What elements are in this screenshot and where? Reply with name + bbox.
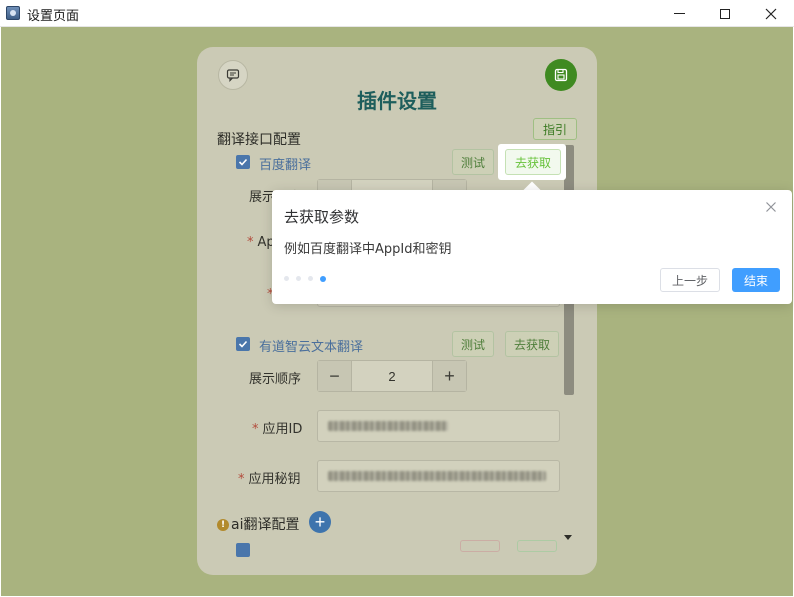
baidu-checkbox[interactable] (236, 155, 250, 169)
baidu-test-button[interactable]: 测试 (452, 149, 495, 175)
translate-api-section-title: 翻译接口配置 (217, 132, 301, 148)
tour-step-dot (308, 276, 313, 281)
youdao-appid-field[interactable] (317, 410, 560, 442)
minimize-icon (673, 13, 685, 14)
close-window-button[interactable] (748, 0, 794, 27)
page-title: 插件设置 (357, 89, 437, 113)
plus-icon: + (314, 512, 326, 532)
tour-finish-button[interactable]: 结束 (732, 268, 780, 292)
ai-item-checkbox[interactable] (236, 543, 250, 557)
maximize-button[interactable] (702, 0, 748, 27)
tour-title: 去获取参数 (284, 208, 360, 226)
highlighted-get-button[interactable]: 去获取 (505, 149, 561, 175)
message-icon (226, 69, 240, 82)
settings-card: 插件设置 翻译接口配置 指引 百度翻译 测试 去获取 展示顺序 − 1 + *A… (197, 47, 597, 575)
check-icon (238, 158, 248, 166)
youdao-order-value: 2 (351, 361, 433, 391)
add-ai-config-button[interactable]: + (309, 511, 331, 533)
youdao-order-label: 展示顺序 (249, 372, 302, 387)
close-icon (765, 8, 777, 19)
youdao-test-button[interactable]: 测试 (452, 331, 495, 357)
ai-item-delete-button[interactable] (460, 540, 500, 552)
minimize-button[interactable] (656, 0, 702, 27)
check-icon (238, 340, 248, 348)
ai-translate-section-title: ! ai翻译配置 (217, 514, 299, 534)
save-icon (554, 68, 568, 82)
tour-step-dot (296, 276, 301, 281)
close-icon (766, 202, 776, 212)
tour-step-dot (320, 276, 326, 282)
window-titlebar: 设置页面 (0, 0, 794, 27)
tour-step-indicator (284, 276, 326, 282)
scroll-down-icon[interactable] (564, 535, 572, 540)
info-icon: ! (217, 519, 229, 531)
window-title: 设置页面 (27, 9, 80, 24)
youdao-checkbox[interactable] (236, 337, 250, 351)
youdao-get-button[interactable]: 去获取 (505, 331, 560, 357)
tour-prev-button[interactable]: 上一步 (660, 268, 720, 292)
youdao-order-stepper[interactable]: − 2 + (317, 360, 467, 392)
app-icon (6, 6, 20, 20)
minus-icon[interactable]: − (318, 361, 351, 391)
baidu-service-label: 百度翻译 (259, 158, 312, 173)
tour-popover: 去获取参数 例如百度翻译中AppId和密钥 上一步 结束 (272, 190, 792, 304)
plus-icon[interactable]: + (433, 361, 466, 391)
youdao-secret-label: * 应用秘钥 (238, 472, 301, 487)
tour-description: 例如百度翻译中AppId和密钥 (284, 242, 452, 257)
maximize-icon (720, 8, 730, 19)
youdao-secret-field[interactable] (317, 460, 560, 492)
guide-button[interactable]: 指引 (533, 118, 577, 140)
tour-step-dot (284, 276, 289, 281)
ai-item-test-button[interactable] (517, 540, 557, 552)
tour-close-button[interactable] (764, 200, 778, 214)
youdao-service-label: 有道智云文本翻译 (259, 340, 364, 355)
youdao-appid-label: * 应用ID (252, 422, 303, 437)
